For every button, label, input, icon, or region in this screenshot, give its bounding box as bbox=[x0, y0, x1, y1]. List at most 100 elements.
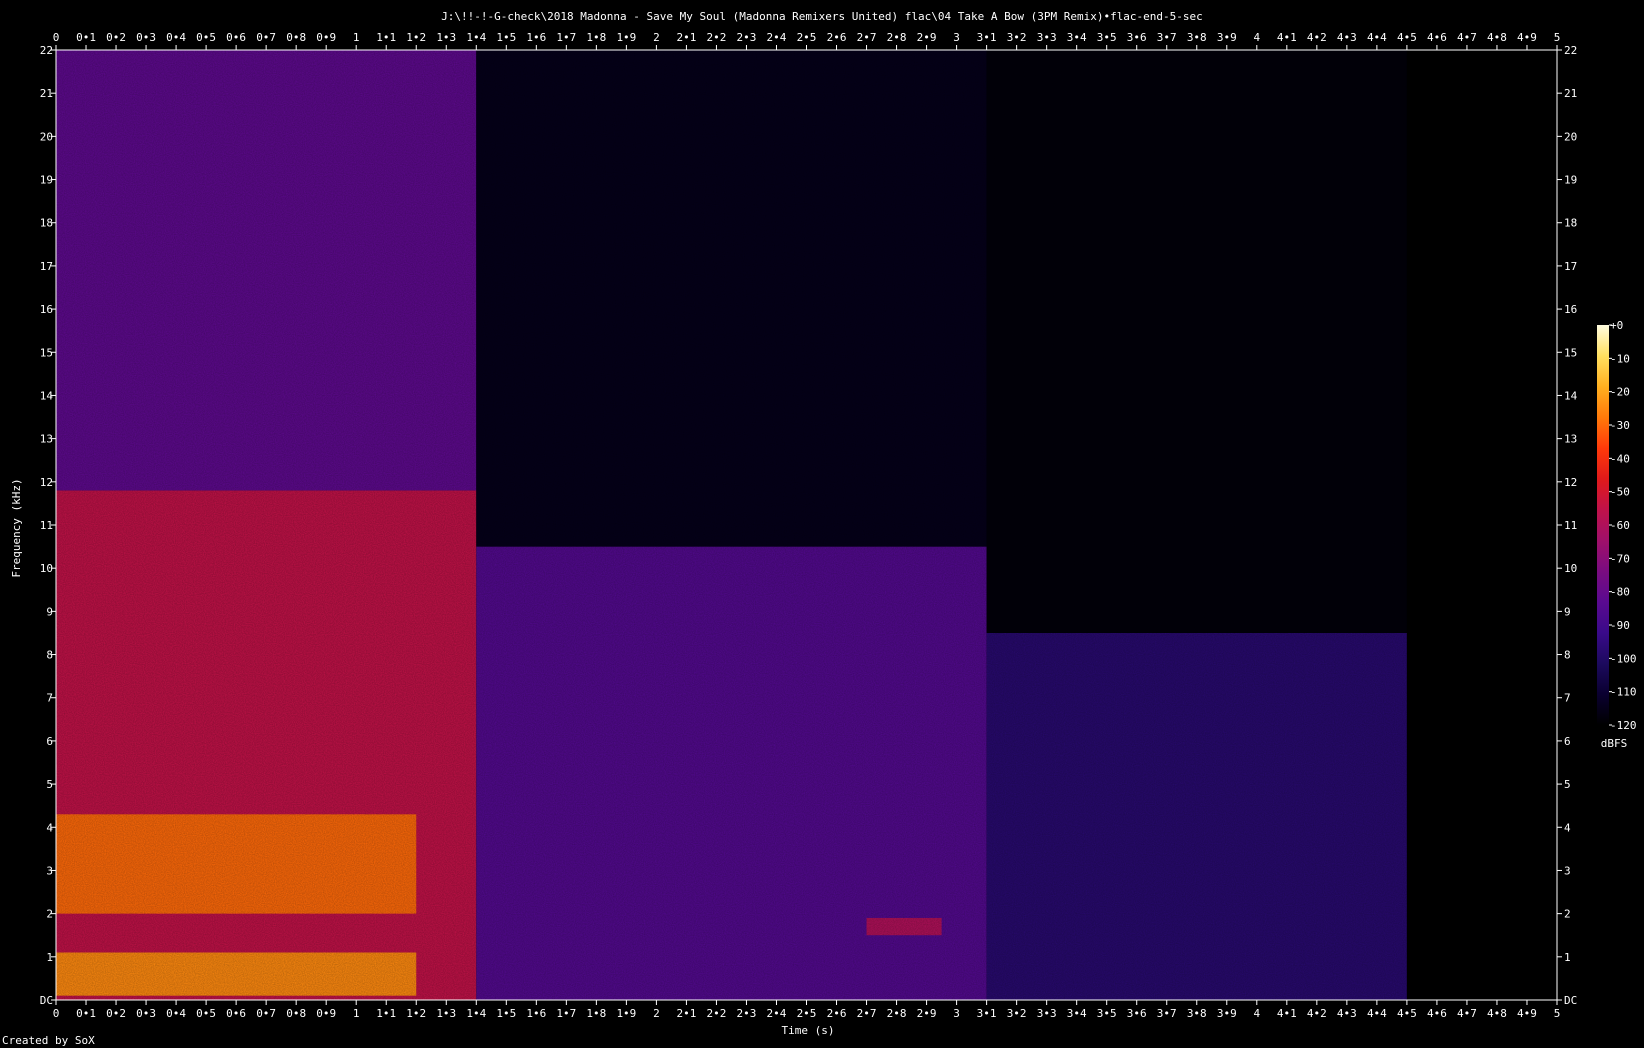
x-tick-bottom-label: 4 bbox=[1253, 1007, 1260, 1020]
y-tick-right-label: 1 bbox=[1564, 951, 1571, 964]
y-tick-right-label: 15 bbox=[1564, 346, 1577, 359]
colorbar-tick-label: -20 bbox=[1610, 386, 1630, 399]
x-tick-top-label: 1•4 bbox=[466, 31, 486, 44]
x-tick-top-label: 3•1 bbox=[977, 31, 997, 44]
x-tick-top-label: 0•5 bbox=[196, 31, 216, 44]
x-tick-top-label: 2 bbox=[653, 31, 660, 44]
x-tick-bottom-label: 0•1 bbox=[76, 1007, 96, 1020]
y-tick-right-label: 21 bbox=[1564, 87, 1577, 100]
x-tick-top-label: 3•3 bbox=[1037, 31, 1057, 44]
x-tick-top-label: 4•2 bbox=[1307, 31, 1327, 44]
x-tick-top-label: 3 bbox=[953, 31, 960, 44]
y-tick-left-label: 3 bbox=[46, 864, 53, 877]
y-tick-left-label: 9 bbox=[46, 605, 53, 618]
y-tick-right-label: DC bbox=[1564, 994, 1577, 1007]
x-tick-bottom-label: 2•2 bbox=[707, 1007, 727, 1020]
x-tick-top-label: 0•9 bbox=[316, 31, 336, 44]
x-tick-top-label: 5 bbox=[1554, 31, 1561, 44]
x-tick-bottom-label: 2•3 bbox=[737, 1007, 757, 1020]
x-tick-top-label: 1•2 bbox=[406, 31, 426, 44]
y-axis-label: Frequency (kHz) bbox=[10, 478, 23, 577]
x-tick-bottom-label: 3•7 bbox=[1157, 1007, 1177, 1020]
y-tick-left-label: 20 bbox=[40, 130, 53, 143]
colorbar-tick-label: -120 bbox=[1610, 719, 1637, 732]
y-tick-right-label: 16 bbox=[1564, 303, 1577, 316]
x-tick-top-label: 3•9 bbox=[1217, 31, 1237, 44]
y-tick-left-label: 22 bbox=[40, 44, 53, 57]
colorbar-tick-label: -80 bbox=[1610, 586, 1630, 599]
x-tick-top-label: 2•7 bbox=[857, 31, 877, 44]
y-tick-right-label: 17 bbox=[1564, 260, 1577, 273]
x-tick-bottom-label: 2•8 bbox=[887, 1007, 907, 1020]
y-tick-right-label: 12 bbox=[1564, 476, 1577, 489]
x-tick-top-label: 2•2 bbox=[707, 31, 727, 44]
x-tick-bottom-label: 1•3 bbox=[436, 1007, 456, 1020]
y-tick-left-label: 13 bbox=[40, 433, 53, 446]
colorbar-tick-label: -50 bbox=[1610, 486, 1630, 499]
x-tick-top-label: 4•7 bbox=[1457, 31, 1477, 44]
x-tick-bottom-label: 4•6 bbox=[1427, 1007, 1447, 1020]
colorbar-tick-label: -40 bbox=[1610, 452, 1630, 465]
x-tick-bottom-label: 3•8 bbox=[1187, 1007, 1207, 1020]
x-tick-bottom-label: 1•5 bbox=[496, 1007, 516, 1020]
x-axis-bottom: 0 0•1 0•2 0•3 0•4 0•5 0•6 0•7 0•8 0•9 1 1•1 1•2 1•3 1•… bbox=[53, 1000, 1561, 1020]
x-tick-top-label: 1•6 bbox=[526, 31, 546, 44]
x-tick-top-label: 4•9 bbox=[1517, 31, 1537, 44]
colorbar-tick-label: -10 bbox=[1610, 352, 1630, 365]
y-tick-right-label: 14 bbox=[1564, 389, 1578, 402]
x-tick-bottom-label: 4•8 bbox=[1487, 1007, 1507, 1020]
x-tick-bottom-label: 1•7 bbox=[556, 1007, 576, 1020]
x-tick-bottom-label: 1•8 bbox=[586, 1007, 606, 1020]
x-tick-top-label: 2•8 bbox=[887, 31, 907, 44]
x-tick-top-label: 0•8 bbox=[286, 31, 306, 44]
x-tick-bottom-label: 4•1 bbox=[1277, 1007, 1297, 1020]
x-tick-top-label: 3•7 bbox=[1157, 31, 1177, 44]
x-tick-top-label: 1•7 bbox=[556, 31, 576, 44]
x-tick-top-label: 0•1 bbox=[76, 31, 96, 44]
y-tick-right-label: 18 bbox=[1564, 217, 1577, 230]
y-tick-right-label: 19 bbox=[1564, 174, 1577, 187]
y-tick-right-label: 7 bbox=[1564, 692, 1571, 705]
y-tick-right-label: 13 bbox=[1564, 433, 1577, 446]
x-tick-top-label: 1•3 bbox=[436, 31, 456, 44]
x-tick-top-label: 0•4 bbox=[166, 31, 186, 44]
x-tick-top-label: 2•3 bbox=[737, 31, 757, 44]
x-tick-top-label: 1 bbox=[353, 31, 360, 44]
y-tick-left-label: 15 bbox=[40, 346, 53, 359]
x-tick-top-label: 0 bbox=[53, 31, 60, 44]
y-tick-right-label: 20 bbox=[1564, 130, 1577, 143]
x-tick-top-label: 1•5 bbox=[496, 31, 516, 44]
y-tick-left-label: 16 bbox=[40, 303, 53, 316]
x-tick-top-label: 1•9 bbox=[616, 31, 636, 44]
x-tick-bottom-label: 4•7 bbox=[1457, 1007, 1477, 1020]
x-tick-top-label: 4•5 bbox=[1397, 31, 1417, 44]
x-tick-bottom-label: 3•6 bbox=[1127, 1007, 1147, 1020]
colorbar-tick-label: -60 bbox=[1610, 519, 1630, 532]
y-tick-left-label: 2 bbox=[46, 908, 53, 921]
spectrogram-chart: J:\!!-!-G-check\2018 Madonna - Save My S… bbox=[2, 10, 1637, 1047]
plot-area bbox=[56, 50, 1557, 1000]
y-tick-right-label: 3 bbox=[1564, 864, 1571, 877]
x-tick-bottom-label: 5 bbox=[1554, 1007, 1561, 1020]
x-tick-bottom-label: 1•9 bbox=[616, 1007, 636, 1020]
y-tick-right-label: 6 bbox=[1564, 735, 1571, 748]
x-tick-bottom-label: 3•1 bbox=[977, 1007, 997, 1020]
y-tick-left-label: 14 bbox=[40, 389, 54, 402]
x-tick-top-label: 4•6 bbox=[1427, 31, 1447, 44]
x-tick-bottom-label: 0•8 bbox=[286, 1007, 306, 1020]
x-tick-bottom-label: 2•6 bbox=[827, 1007, 847, 1020]
y-tick-left-label: 12 bbox=[40, 476, 53, 489]
x-tick-bottom-label: 3•9 bbox=[1217, 1007, 1237, 1020]
y-tick-right-label: 10 bbox=[1564, 562, 1577, 575]
y-tick-left-label: 21 bbox=[40, 87, 53, 100]
x-tick-bottom-label: 4•4 bbox=[1367, 1007, 1387, 1020]
y-tick-right-label: 11 bbox=[1564, 519, 1577, 532]
x-tick-bottom-label: 2•4 bbox=[767, 1007, 787, 1020]
x-tick-bottom-label: 4•5 bbox=[1397, 1007, 1417, 1020]
colorbar-tick-label: -100 bbox=[1610, 652, 1637, 665]
x-tick-top-label: 3•6 bbox=[1127, 31, 1147, 44]
x-tick-bottom-label: 4•9 bbox=[1517, 1007, 1537, 1020]
y-tick-left-label: 6 bbox=[46, 735, 53, 748]
x-tick-top-label: 2•1 bbox=[676, 31, 696, 44]
x-tick-top-label: 4 bbox=[1253, 31, 1260, 44]
